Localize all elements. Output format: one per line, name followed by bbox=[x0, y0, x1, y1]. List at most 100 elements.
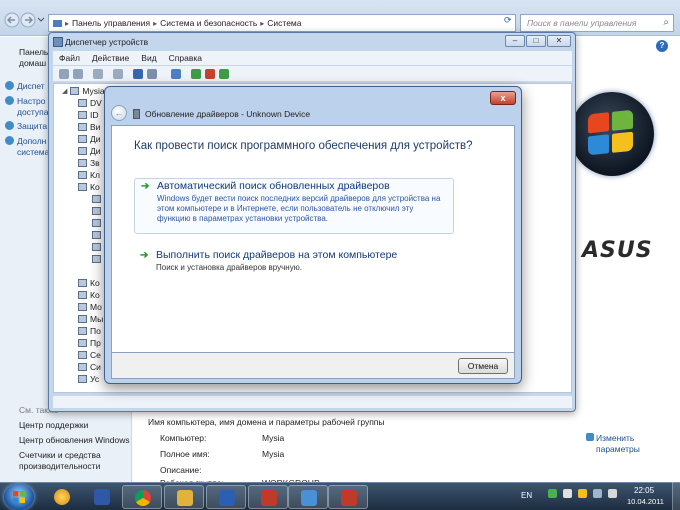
taskbar-app-media[interactable] bbox=[42, 485, 82, 509]
tree-item[interactable] bbox=[92, 254, 101, 264]
tree-item-label: Пр bbox=[90, 338, 101, 348]
taskbar-app-save[interactable] bbox=[82, 485, 122, 509]
device-icon bbox=[92, 195, 101, 203]
forward-icon[interactable] bbox=[73, 69, 83, 79]
minimize-button[interactable]: – bbox=[505, 35, 525, 47]
option-auto-search[interactable]: ➔ Автоматический поиск обновленных драйв… bbox=[134, 178, 454, 234]
device-category-icon bbox=[78, 351, 87, 359]
back-icon[interactable] bbox=[59, 69, 69, 79]
taskbar-app-word[interactable] bbox=[206, 485, 246, 509]
close-button[interactable]: ✕ bbox=[547, 35, 571, 47]
scan-hardware-icon[interactable] bbox=[171, 69, 181, 79]
tree-item[interactable]: Ди bbox=[78, 134, 101, 144]
shield-icon bbox=[5, 96, 14, 105]
dialog-close-button[interactable]: x bbox=[490, 91, 516, 105]
tree-item[interactable]: Ко bbox=[78, 290, 100, 300]
tree-item[interactable] bbox=[92, 218, 101, 228]
change-settings-link[interactable]: Изменить параметры bbox=[586, 433, 640, 455]
clock-time[interactable]: 22:05 bbox=[634, 486, 654, 495]
tree-item[interactable]: Ко bbox=[78, 182, 100, 192]
network-icon[interactable] bbox=[593, 489, 602, 498]
tree-item[interactable]: По bbox=[78, 326, 101, 336]
tree-item[interactable]: Кл bbox=[78, 170, 100, 180]
link-performance-line2[interactable]: производительности bbox=[19, 461, 100, 472]
tree-item[interactable]: Се bbox=[78, 350, 101, 360]
breadcrumb-separator: ▸ bbox=[260, 18, 265, 28]
update-driver-icon[interactable] bbox=[191, 69, 201, 79]
tree-item[interactable]: Ус bbox=[78, 374, 99, 384]
tree-item[interactable]: ID bbox=[78, 110, 99, 120]
tree-item[interactable]: Зв bbox=[78, 158, 100, 168]
sidebar-item-protection[interactable]: Защита bbox=[5, 121, 47, 132]
info-value-computer: Mysia bbox=[262, 433, 285, 443]
tree-root[interactable]: ◢ Mysia bbox=[62, 86, 105, 96]
media-icon bbox=[54, 489, 70, 505]
enable-device-icon[interactable] bbox=[219, 69, 229, 79]
tree-item[interactable]: Ко bbox=[78, 278, 100, 288]
breadcrumb-item-security[interactable]: Система и безопасность bbox=[160, 18, 257, 28]
menu-view[interactable]: Вид bbox=[141, 53, 156, 63]
search-icon: ⌕ bbox=[663, 17, 669, 28]
nav-back-forward-icon[interactable] bbox=[4, 12, 46, 28]
tree-item[interactable]: Пр bbox=[78, 338, 101, 348]
breadcrumb-item-system[interactable]: Система bbox=[267, 18, 301, 28]
sidebar-home-link[interactable]: Панель домаш bbox=[19, 47, 48, 69]
tree-item[interactable] bbox=[92, 194, 101, 204]
device-icon bbox=[92, 243, 101, 251]
tree-item[interactable]: Мы bbox=[78, 314, 103, 324]
tray-app-icon[interactable] bbox=[548, 489, 557, 498]
tree-item[interactable]: DV bbox=[78, 98, 102, 108]
tree-item-label: Ко bbox=[90, 290, 100, 300]
maximize-button[interactable]: □ bbox=[526, 35, 546, 47]
sidebar-home-line1: Панель bbox=[19, 47, 49, 57]
link-performance[interactable]: Счетчики и средства bbox=[19, 450, 101, 461]
menu-help[interactable]: Справка bbox=[169, 53, 202, 63]
tree-item[interactable] bbox=[92, 242, 101, 252]
help-icon[interactable] bbox=[133, 69, 143, 79]
menu-action[interactable]: Действие bbox=[92, 53, 129, 63]
clock-date[interactable]: 10.04.2011 bbox=[627, 497, 664, 506]
taskbar-app-chrome[interactable] bbox=[122, 485, 162, 509]
menu-file[interactable]: Файл bbox=[59, 53, 80, 63]
taskbar-app-control-panel[interactable] bbox=[288, 485, 328, 509]
sidebar-item-device-manager[interactable]: Диспет bbox=[5, 81, 45, 92]
device-icon bbox=[92, 231, 101, 239]
link-windows-update[interactable]: Центр обновления Windows bbox=[19, 435, 130, 446]
show-desktop-button[interactable] bbox=[672, 482, 680, 510]
tree-item-label: Ус bbox=[90, 374, 100, 384]
device-category-icon bbox=[78, 375, 87, 383]
back-arrow-icon[interactable]: ← bbox=[111, 105, 127, 121]
volume-icon[interactable] bbox=[608, 489, 617, 498]
search-input[interactable]: Поиск в панели управления ⌕ bbox=[520, 14, 674, 32]
sidebar-item-remote[interactable]: Настро доступа bbox=[5, 96, 49, 118]
properties-icon[interactable] bbox=[113, 69, 123, 79]
uninstall-icon[interactable] bbox=[205, 69, 215, 79]
taskbar-app-device-manager[interactable] bbox=[328, 485, 368, 509]
tree-item[interactable]: Ви bbox=[78, 122, 100, 132]
language-indicator[interactable]: EN bbox=[521, 491, 532, 500]
sidebar-item-label-2: доступа bbox=[17, 107, 49, 117]
breadcrumb-item-control-panel[interactable]: Панель управления bbox=[72, 18, 150, 28]
option-manual-search[interactable]: ➔ Выполнить поиск драйверов на этом комп… bbox=[134, 248, 454, 280]
link-action-center[interactable]: Центр поддержки bbox=[19, 420, 88, 431]
taskbar-app-toolbox[interactable] bbox=[248, 485, 288, 509]
address-bar[interactable]: ▸ Панель управления ▸ Система и безопасн… bbox=[48, 14, 516, 32]
computer-icon[interactable] bbox=[147, 69, 157, 79]
view-icon[interactable] bbox=[93, 69, 103, 79]
tree-item[interactable]: Мо bbox=[78, 302, 102, 312]
tree-item[interactable]: Ди bbox=[78, 146, 101, 156]
tree-item[interactable] bbox=[92, 230, 101, 240]
info-value-fullname: Mysia bbox=[262, 449, 285, 459]
cancel-button[interactable]: Отмена bbox=[458, 358, 508, 374]
tray-app-icon[interactable] bbox=[563, 489, 572, 498]
refresh-icon[interactable]: ⟳ bbox=[504, 15, 516, 29]
tree-item[interactable] bbox=[92, 206, 101, 216]
action-center-icon[interactable] bbox=[578, 489, 587, 498]
start-button[interactable] bbox=[4, 484, 34, 510]
tree-item-label: Се bbox=[90, 350, 101, 360]
sidebar-item-label: Настро bbox=[17, 96, 46, 106]
taskbar-app-editor[interactable] bbox=[164, 485, 204, 509]
sidebar-item-advanced[interactable]: Дополн система bbox=[5, 136, 49, 158]
help-icon[interactable]: ? bbox=[656, 40, 668, 52]
tree-item[interactable]: Си bbox=[78, 362, 101, 372]
